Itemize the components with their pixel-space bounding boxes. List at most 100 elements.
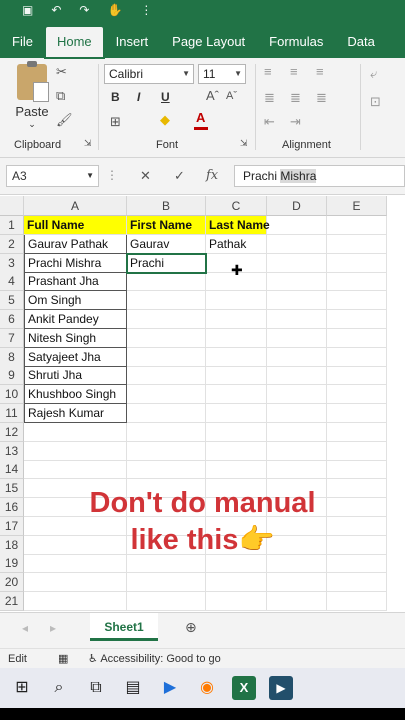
cell-b10[interactable]	[127, 385, 206, 405]
cell-b1[interactable]: First Name	[127, 216, 206, 235]
cell-e6[interactable]	[327, 310, 387, 329]
cell-e7[interactable]	[327, 328, 387, 348]
search-icon[interactable]: ⌕	[47, 676, 71, 700]
cell-c11[interactable]	[206, 404, 267, 423]
underline-button[interactable]: U	[161, 90, 170, 104]
row-header-6[interactable]: 6	[0, 310, 24, 329]
cell-b7[interactable]	[127, 328, 206, 348]
save-icon[interactable]: ▣	[22, 3, 33, 17]
align-top-icon[interactable]: ≡	[264, 64, 272, 79]
touch-mode-icon[interactable]: ✋	[107, 3, 122, 17]
row-header-10[interactable]: 10	[0, 385, 24, 405]
add-sheet-icon[interactable]: ⊕	[185, 619, 197, 636]
tab-home[interactable]: Home	[43, 25, 105, 59]
cell-b3[interactable]: Prachi	[126, 252, 207, 274]
row-header-21[interactable]: 21	[0, 592, 24, 611]
font-size-select[interactable]: 11 ▼	[198, 64, 246, 84]
tab-file[interactable]: File	[0, 26, 45, 58]
cell-a6[interactable]: Ankit Pandey	[24, 310, 127, 329]
column-header-e[interactable]: E	[327, 196, 387, 216]
copy-icon[interactable]: ⧉	[56, 88, 65, 104]
cell-e1[interactable]	[327, 216, 387, 235]
tab-page-layout[interactable]: Page Layout	[160, 26, 257, 58]
cell-b9[interactable]	[127, 366, 206, 386]
insert-function-icon[interactable]: fx	[206, 168, 218, 183]
row-header-11[interactable]: 11	[0, 404, 24, 423]
column-header-b[interactable]: B	[127, 196, 206, 216]
cell-d14[interactable]	[267, 460, 327, 480]
cell-b12[interactable]	[127, 422, 206, 442]
bold-button[interactable]: B	[111, 90, 120, 104]
cell-c5[interactable]	[206, 291, 267, 311]
row-header-2[interactable]: 2	[0, 234, 24, 254]
cell-b14[interactable]	[127, 460, 206, 480]
cell-c9[interactable]	[206, 366, 267, 386]
cell-e3[interactable]	[327, 253, 387, 273]
cell-b11[interactable]	[127, 404, 206, 423]
cell-b13[interactable]	[127, 441, 206, 461]
cell-c14[interactable]	[206, 460, 267, 480]
cell-d20[interactable]	[267, 573, 327, 593]
cell-d1[interactable]	[267, 216, 327, 235]
select-all-button[interactable]	[0, 196, 24, 216]
row-header-20[interactable]: 20	[0, 573, 24, 593]
cell-c12[interactable]	[206, 422, 267, 442]
scroll-left-icon[interactable]: ◂	[22, 621, 28, 635]
cell-d12[interactable]	[267, 422, 327, 442]
borders-icon[interactable]: ⊞	[110, 114, 121, 130]
sheet-tab-sheet1[interactable]: Sheet1	[90, 613, 158, 641]
row-header-4[interactable]: 4	[0, 272, 24, 292]
cell-c6[interactable]	[206, 310, 267, 329]
italic-button[interactable]: I	[137, 90, 140, 104]
cell-e12[interactable]	[327, 422, 387, 442]
cell-e10[interactable]	[327, 385, 387, 405]
cell-c2[interactable]: Pathak	[206, 234, 267, 254]
align-middle-icon[interactable]: ≡	[290, 64, 298, 79]
cell-a21[interactable]	[24, 592, 127, 611]
increase-indent-icon[interactable]: ⇥	[290, 114, 301, 130]
align-left-icon[interactable]: ≣	[264, 90, 275, 106]
row-header-14[interactable]: 14	[0, 460, 24, 480]
merge-icon[interactable]: ⊡	[370, 94, 381, 110]
excel-icon[interactable]: X	[232, 676, 256, 700]
cell-a2[interactable]: Gaurav Pathak	[24, 234, 127, 254]
cell-d13[interactable]	[267, 441, 327, 461]
media-icon[interactable]: ▶	[158, 676, 182, 700]
calculator-icon[interactable]: ▤	[121, 676, 145, 700]
cell-a13[interactable]	[24, 441, 127, 461]
fill-color-icon[interactable]: ◆	[160, 112, 170, 128]
tab-data[interactable]: Data	[335, 26, 386, 58]
column-header-d[interactable]: D	[267, 196, 327, 216]
cell-c8[interactable]	[206, 347, 267, 367]
cell-d4[interactable]	[267, 272, 327, 292]
cell-c1[interactable]: Last Name	[206, 216, 270, 235]
column-header-c[interactable]: C	[206, 196, 267, 216]
formula-input[interactable]: Prachi Mishra	[234, 165, 405, 187]
cell-e2[interactable]	[327, 234, 387, 254]
row-header-8[interactable]: 8	[0, 347, 24, 367]
tab-formulas[interactable]: Formulas	[257, 26, 335, 58]
undo-icon[interactable]: ↶	[51, 3, 61, 17]
cell-a5[interactable]: Om Singh	[24, 291, 127, 311]
cell-a14[interactable]	[24, 460, 127, 480]
paste-button[interactable]: Paste ⌄	[12, 61, 52, 130]
dialog-launcher-icon[interactable]: ⇲	[240, 138, 248, 149]
cell-d10[interactable]	[267, 385, 327, 405]
cell-c13[interactable]	[206, 441, 267, 461]
cell-d2[interactable]	[267, 234, 327, 254]
cell-a20[interactable]	[24, 573, 127, 593]
wrap-text-icon[interactable]: ⤶	[370, 66, 377, 82]
cell-d5[interactable]	[267, 291, 327, 311]
cell-d9[interactable]	[267, 366, 327, 386]
cell-c20[interactable]	[206, 573, 267, 593]
cell-e14[interactable]	[327, 460, 387, 480]
cell-e20[interactable]	[327, 573, 387, 593]
app-icon[interactable]: ▶	[269, 676, 293, 700]
cell-b8[interactable]	[127, 347, 206, 367]
cell-d11[interactable]	[267, 404, 327, 423]
decrease-indent-icon[interactable]: ⇤	[264, 114, 275, 130]
row-header-5[interactable]: 5	[0, 291, 24, 311]
windows-start-icon[interactable]: ⊞	[10, 676, 34, 700]
row-header-3[interactable]: 3	[0, 253, 24, 273]
cell-a8[interactable]: Satyajeet Jha	[24, 347, 127, 367]
